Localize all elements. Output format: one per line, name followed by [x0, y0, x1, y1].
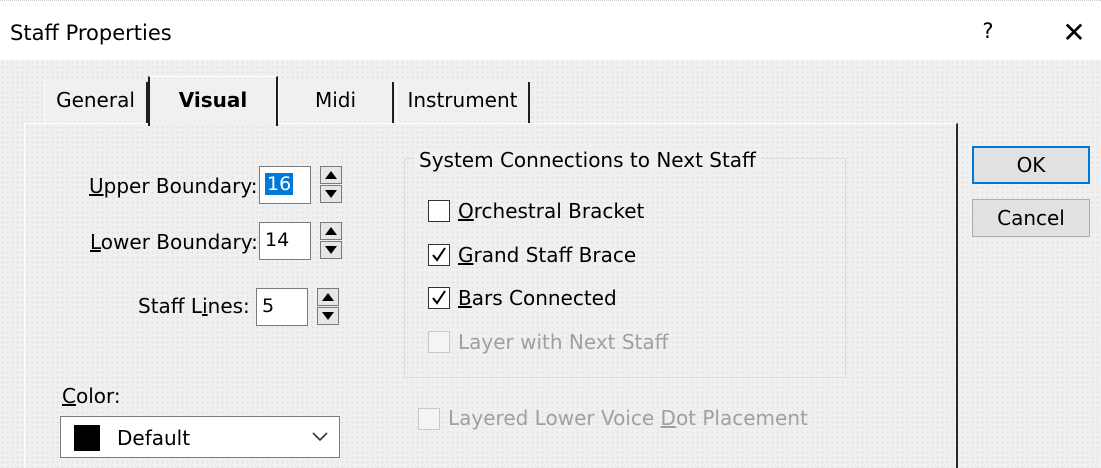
spin-up-icon[interactable] — [317, 288, 339, 306]
color-label: Color: — [62, 384, 121, 408]
orchestral-bracket-label[interactable]: Orchestral Bracket — [458, 199, 644, 223]
upper-boundary-label: Upper Boundary: — [89, 174, 258, 198]
tab-midi[interactable]: Midi — [278, 82, 394, 124]
tab-general[interactable]: General — [44, 82, 148, 124]
spin-down-icon[interactable] — [320, 241, 342, 259]
bars-connected-label[interactable]: Bars Connected — [458, 286, 617, 310]
tab-label: Midi — [314, 88, 357, 112]
cancel-button[interactable]: Cancel — [972, 199, 1090, 237]
layer-with-next-staff-checkbox — [428, 331, 450, 353]
upper-boundary-value: 16 — [265, 173, 294, 195]
staff-lines-spinner[interactable] — [317, 288, 339, 326]
staff-lines-label: Staff Lines: — [138, 294, 250, 318]
spin-up-icon[interactable] — [320, 222, 342, 240]
upper-boundary-input[interactable]: 16 — [259, 166, 311, 204]
color-swatch — [74, 425, 100, 451]
spin-up-icon[interactable] — [320, 166, 342, 184]
layered-dot-placement-label: Layered Lower Voice Dot Placement — [448, 406, 808, 430]
chevron-down-icon — [312, 432, 328, 442]
bars-connected-checkbox[interactable] — [428, 287, 450, 309]
window-title: Staff Properties — [10, 21, 172, 45]
upper-boundary-spinner[interactable] — [320, 166, 342, 204]
orchestral-bracket-checkbox[interactable] — [428, 200, 450, 222]
checkmark-icon — [432, 290, 446, 305]
system-connections-title: System Connections to Next Staff — [414, 148, 761, 172]
color-selected-value: Default — [117, 426, 191, 450]
tab-label: Visual — [178, 88, 248, 112]
lower-boundary-spinner[interactable] — [320, 222, 342, 260]
close-button[interactable]: ✕ — [1058, 15, 1090, 51]
help-button[interactable]: ? — [976, 19, 1000, 49]
staff-lines-value: 5 — [262, 295, 275, 317]
lower-boundary-label: Lower Boundary: — [90, 230, 258, 254]
spin-down-icon[interactable] — [320, 185, 342, 203]
spin-down-icon[interactable] — [317, 307, 339, 325]
staff-lines-input[interactable]: 5 — [256, 288, 308, 326]
title-bar: Staff Properties ? ✕ — [0, 0, 1101, 60]
checkmark-icon — [432, 247, 446, 262]
lower-boundary-value: 14 — [265, 229, 290, 251]
tab-label: Instrument — [407, 88, 518, 112]
grand-staff-brace-label[interactable]: Grand Staff Brace — [458, 243, 636, 267]
grand-staff-brace-checkbox[interactable] — [428, 244, 450, 266]
layer-with-next-staff-label: Layer with Next Staff — [458, 330, 669, 354]
lower-boundary-input[interactable]: 14 — [259, 222, 311, 260]
tab-instrument[interactable]: Instrument — [396, 82, 530, 124]
tab-visual[interactable]: Visual — [148, 76, 278, 126]
color-dropdown[interactable]: Default — [60, 416, 340, 458]
layered-dot-placement-checkbox — [418, 408, 440, 430]
tab-label: General — [56, 88, 135, 112]
ok-button[interactable]: OK — [972, 146, 1090, 184]
